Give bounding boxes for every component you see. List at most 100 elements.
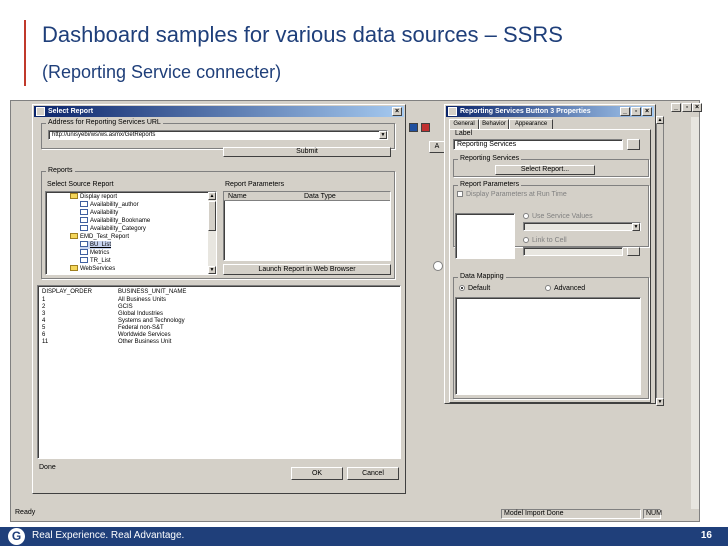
report-icon	[80, 249, 88, 255]
host-minimize-button[interactable]: _	[671, 103, 681, 112]
report-icon	[80, 257, 88, 263]
tab-appearance[interactable]: Appearance	[509, 119, 553, 129]
chevron-down-icon[interactable]: ▼	[379, 131, 387, 139]
col-business-unit-name[interactable]: BUSINESS_UNIT_NAME	[118, 289, 186, 296]
tree-item[interactable]: Availability_Category	[80, 225, 146, 233]
select-report-button[interactable]: Select Report...	[495, 165, 595, 175]
maximize-icon[interactable]: ▫	[631, 107, 641, 116]
link-cell-picker-icon[interactable]	[627, 247, 640, 256]
tree-scroll-thumb[interactable]	[208, 201, 216, 231]
mapping-area[interactable]	[455, 297, 641, 395]
tree-item[interactable]: Availability_author	[80, 201, 139, 209]
host-shape-circle[interactable]	[433, 261, 443, 271]
rs-group-label: Reporting Services	[458, 155, 522, 162]
title-accent-bar	[24, 20, 26, 86]
word-icon[interactable]	[409, 123, 418, 132]
host-shape-a[interactable]: A	[429, 141, 445, 153]
label-formula-icon[interactable]	[627, 139, 640, 150]
label-input[interactable]: Reporting Services	[453, 139, 623, 150]
select-source-label: Select Source Report	[47, 181, 114, 188]
link-to-cell-radio[interactable]: Link to Cell	[523, 237, 567, 244]
cell-display-order: 4	[42, 318, 46, 324]
tree-scrollbar[interactable]: ▲ ▼	[208, 192, 216, 274]
link-to-cell-label: Link to Cell	[532, 237, 567, 244]
dialog-status-text: Done	[39, 464, 56, 471]
host-scrollbar[interactable]	[691, 117, 699, 509]
tree-item[interactable]: Availability_Bookname	[80, 217, 150, 225]
url-group: Address for Reporting Services URL http:…	[41, 119, 395, 149]
select-report-dialog: Select Report × Address for Reporting Se…	[32, 104, 406, 494]
params-header: Name Data Type	[224, 192, 390, 201]
report-icon	[80, 201, 88, 207]
close-icon[interactable]: ×	[642, 107, 652, 116]
host-restore-button[interactable]: ▫	[682, 103, 692, 112]
scroll-up-icon[interactable]: ▲	[208, 192, 216, 200]
host-close-button[interactable]: ×	[692, 103, 702, 112]
advanced-radio[interactable]: Advanced	[545, 285, 585, 292]
tab-general[interactable]: General	[449, 119, 479, 129]
tree-item-label: Availability_author	[90, 202, 139, 208]
cell-business-unit: Global Industries	[118, 311, 164, 317]
scroll-up-icon[interactable]: ▲	[656, 116, 664, 124]
submit-button[interactable]: Submit	[223, 147, 391, 157]
scroll-down-icon[interactable]: ▼	[208, 266, 216, 274]
select-report-titlebar[interactable]: Select Report ×	[34, 106, 404, 117]
company-logo-icon: G	[8, 528, 25, 545]
tree-item-label: WebServices	[80, 266, 116, 272]
pdf-icon[interactable]	[421, 123, 430, 132]
tree-item-label: BU_List	[90, 242, 112, 248]
tree-item-label: Availability	[90, 210, 119, 216]
service-values-dropdown[interactable]: ▼	[523, 222, 641, 231]
cell-display-order: 11	[42, 339, 49, 345]
params-listbox[interactable]	[455, 213, 515, 259]
report-icon	[80, 241, 88, 247]
url-value: http://unisyebi/ws/ws.asmx/GetReports	[52, 132, 156, 138]
close-icon[interactable]: ×	[392, 107, 402, 116]
cancel-button[interactable]: Cancel	[347, 467, 399, 480]
report-icon	[80, 217, 88, 223]
ok-button[interactable]: OK	[291, 467, 343, 480]
tree-item[interactable]: Availability	[80, 209, 118, 217]
tree-item[interactable]: Display report	[70, 193, 117, 201]
url-input[interactable]: http://unisyebi/ws/ws.asmx/GetReports ▼	[48, 130, 388, 140]
folder-icon	[70, 193, 78, 199]
params-col-name[interactable]: Name	[228, 193, 247, 200]
results-table[interactable]: DISPLAY_ORDER BUSINESS_UNIT_NAME 1 All Bu…	[37, 285, 401, 459]
cell-business-unit: All Business Units	[118, 297, 167, 303]
launch-report-button[interactable]: Launch Report in Web Browser	[223, 264, 391, 275]
tree-item[interactable]: Metrics	[80, 249, 109, 257]
tab-behavior[interactable]: Behavior	[479, 119, 509, 129]
display-params-label: Display Parameters at Run Time	[466, 191, 567, 198]
cell-business-unit: Worldwide Services	[118, 332, 171, 338]
display-params-checkbox[interactable]: Display Parameters at Run Time	[457, 191, 567, 198]
tree-item[interactable]: WebServices	[70, 265, 115, 273]
properties-tabs: General Behavior Appearance	[449, 119, 649, 129]
col-display-order[interactable]: DISPLAY_ORDER	[42, 289, 92, 296]
window-icon	[448, 107, 457, 116]
properties-scrollbar[interactable]: ▲ ▼	[656, 116, 664, 406]
tree-item[interactable]: EMD_Test_Report	[70, 233, 129, 241]
chevron-down-icon[interactable]: ▼	[632, 223, 640, 231]
reports-group-label: Reports	[46, 167, 75, 174]
url-group-label: Address for Reporting Services URL	[46, 119, 163, 126]
report-tree[interactable]: Display report Availability_author Availab…	[45, 191, 217, 275]
slide-title: Dashboard samples for various data sourc…	[42, 22, 563, 47]
label-group-label: Label	[455, 130, 473, 137]
properties-dialog: Reporting Services Button 3 Properties _…	[444, 104, 656, 404]
cell-display-order: 3	[42, 311, 46, 317]
folder-icon	[70, 265, 78, 271]
link-cell-input[interactable]	[523, 247, 623, 256]
use-service-values-radio[interactable]: Use Service Values	[523, 213, 593, 220]
tree-item[interactable]: TR_List	[80, 257, 111, 265]
cell-business-unit: Other Business Unit	[118, 339, 172, 345]
params-col-datatype[interactable]: Data Type	[304, 193, 336, 200]
properties-titlebar[interactable]: Reporting Services Button 3 Properties _…	[446, 106, 654, 117]
minimize-icon[interactable]: _	[620, 107, 630, 116]
report-params-list[interactable]: Name Data Type	[223, 191, 391, 261]
cell-business-unit: Systems and Technology	[118, 318, 185, 324]
advanced-label: Advanced	[554, 285, 586, 292]
default-radio[interactable]: Default	[459, 285, 490, 292]
report-icon	[80, 209, 88, 215]
tree-item[interactable]: BU_List	[80, 241, 112, 249]
scroll-down-icon[interactable]: ▼	[656, 398, 664, 406]
